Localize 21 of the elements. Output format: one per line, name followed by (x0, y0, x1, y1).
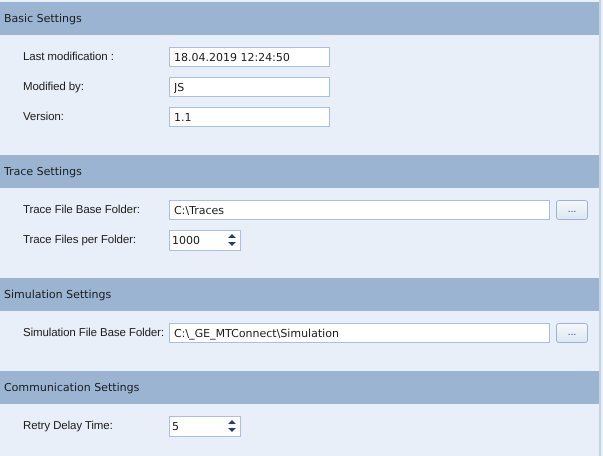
number-spinner[interactable]: 1000 (169, 230, 241, 250)
field-label: Version: (23, 111, 65, 123)
section-header: Simulation Settings (0, 278, 599, 311)
section-header: Basic Settings (0, 2, 599, 35)
section-header: Communication Settings (0, 371, 599, 404)
field-label: Simulation File Base Folder: (23, 327, 166, 339)
section-header: Trace Settings (0, 155, 599, 188)
field-label: Modified by: (23, 81, 85, 93)
field-label: Trace File Base Folder: (23, 204, 141, 216)
up-down-arrows-icon[interactable] (226, 232, 238, 248)
browse-button[interactable]: ... (556, 323, 588, 343)
browse-button[interactable]: ... (556, 200, 588, 220)
number-spinner[interactable]: 5 (169, 416, 241, 436)
input-field[interactable]: 1.1 (169, 107, 330, 127)
input-field[interactable]: 18.04.2019 12:24:50 (169, 47, 330, 67)
path-field[interactable]: C:\_GE_MTConnect\Simulation (169, 323, 550, 343)
field-label: Retry Delay Time: (23, 420, 114, 432)
field-label: Trace Files per Folder: (23, 234, 137, 246)
field-label: Last modification : (23, 51, 115, 63)
path-field[interactable]: C:\Traces (169, 200, 550, 220)
up-down-arrows-icon[interactable] (226, 418, 238, 434)
